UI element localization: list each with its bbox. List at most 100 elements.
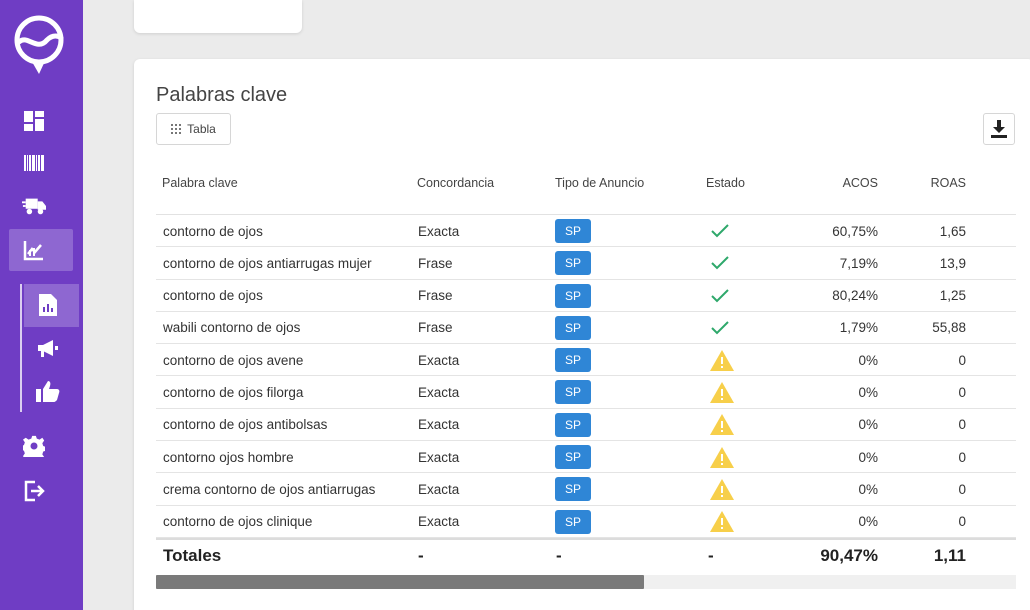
table-row[interactable]: contorno de ojos Exacta SP 60,75% 1,65 — [156, 215, 1016, 248]
col-acos[interactable]: ACOS — [796, 176, 878, 190]
totals-acos: 90,47% — [820, 545, 878, 565]
col-roas[interactable]: ROAS — [896, 176, 966, 190]
ad-type-badge[interactable]: SP — [555, 445, 591, 470]
keyword-cell: contorno de ojos antiarrugas mujer — [163, 255, 372, 271]
ad-type-badge[interactable]: SP — [555, 283, 591, 308]
table-row[interactable]: contorno de ojos avene Exacta SP 0% 0 — [156, 344, 1016, 377]
table-row[interactable]: crema contorno de ojos antiarrugas Exacta… — [156, 473, 1016, 506]
match-cell: Exacta — [418, 514, 460, 530]
roas-cell: 0 — [958, 417, 966, 433]
megaphone-icon[interactable] — [36, 337, 60, 361]
status-cell — [710, 344, 734, 376]
totals-roas: 1,11 — [933, 545, 966, 565]
logo-icon[interactable] — [9, 10, 71, 76]
warning-icon — [710, 381, 734, 403]
match-cell: Exacta — [418, 384, 460, 400]
match-cell: Frase — [418, 255, 453, 271]
ad-type-badge[interactable]: SP — [555, 348, 591, 373]
ad-type-badge[interactable]: SP — [555, 477, 591, 502]
table-row[interactable]: contorno de ojos antiarrugas mujer Frase S… — [156, 247, 1016, 280]
truck-icon[interactable] — [22, 194, 46, 218]
totals-row: Totales - - - 90,47% 1,11 — [156, 537, 1016, 570]
download-icon — [991, 120, 1007, 138]
ad-type-badge[interactable]: SP — [555, 509, 591, 534]
ad-type-cell: SP — [555, 247, 591, 279]
totals-status: - — [708, 545, 714, 565]
acos-cell: 0% — [858, 449, 878, 465]
table-row[interactable]: contorno de ojos clinique Exacta SP 0% 0 — [156, 506, 1016, 538]
acos-cell: 0% — [858, 481, 878, 497]
acos-cell: 1,79% — [839, 320, 878, 336]
ad-type-cell: SP — [555, 506, 591, 538]
table-row[interactable]: wabili contorno de ojos Frase SP 1,79% 55,88 — [156, 312, 1016, 345]
ad-type-cell: SP — [555, 312, 591, 344]
roas-cell: 13,9 — [939, 255, 966, 271]
roas-cell: 55,88 — [932, 320, 966, 336]
table-view-button[interactable]: Tabla — [156, 113, 231, 145]
totals-match: - — [418, 545, 424, 565]
ad-type-badge[interactable]: SP — [555, 380, 591, 405]
col-status[interactable]: Estado — [706, 176, 745, 190]
ad-type-badge[interactable]: SP — [555, 412, 591, 437]
status-cell — [710, 376, 734, 408]
ad-type-cell: SP — [555, 215, 591, 247]
table-row[interactable]: contorno de ojos filorga Exacta SP 0% 0 — [156, 376, 1016, 409]
status-cell — [710, 473, 734, 505]
match-cell: Exacta — [418, 417, 460, 433]
col-ad-type[interactable]: Tipo de Anuncio — [555, 176, 644, 190]
table-row[interactable]: contorno de ojos Frase SP 80,24% 1,25 — [156, 280, 1016, 312]
check-icon — [711, 256, 729, 270]
ad-type-badge[interactable]: SP — [555, 315, 591, 340]
match-cell: Frase — [418, 320, 453, 336]
keyword-cell: crema contorno de ojos antiarrugas — [163, 481, 376, 497]
scrollbar-thumb[interactable] — [156, 575, 644, 589]
horizontal-scrollbar[interactable] — [156, 575, 1016, 589]
status-cell — [710, 215, 730, 247]
ad-type-cell: SP — [555, 473, 591, 505]
barcode-icon[interactable] — [22, 151, 46, 175]
ad-type-badge[interactable]: SP — [555, 251, 591, 276]
table-row[interactable]: contorno de ojos antibolsas Exacta SP 0% 0 — [156, 409, 1016, 442]
analytics-icon[interactable] — [22, 238, 46, 262]
ad-type-badge[interactable]: SP — [555, 219, 591, 243]
report-icon[interactable] — [36, 293, 60, 317]
check-icon — [711, 288, 729, 303]
acos-cell: 7,19% — [839, 255, 878, 271]
col-keyword[interactable]: Palabra clave — [162, 176, 238, 190]
keyword-cell: contorno de ojos antibolsas — [163, 417, 328, 433]
card-title: Palabras clave — [156, 84, 288, 106]
check-icon — [711, 224, 729, 238]
sidebar — [0, 0, 83, 610]
ad-type-cell: SP — [555, 280, 591, 312]
match-cell: Frase — [418, 288, 453, 304]
ad-type-cell: SP — [555, 344, 591, 376]
acos-cell: 60,75% — [832, 223, 878, 239]
keyword-cell: contorno de ojos filorga — [163, 384, 304, 400]
dashboard-icon[interactable] — [22, 109, 46, 133]
download-button[interactable] — [983, 113, 1015, 145]
roas-cell: 0 — [958, 352, 966, 368]
status-cell — [710, 312, 730, 344]
roas-cell: 0 — [958, 449, 966, 465]
warning-icon — [710, 478, 734, 500]
acos-cell: 80,24% — [832, 288, 878, 304]
logout-icon[interactable] — [22, 479, 46, 503]
gear-icon[interactable] — [22, 434, 46, 458]
table-row[interactable]: contorno ojos hombre Exacta SP 0% 0 — [156, 441, 1016, 474]
status-cell — [710, 441, 734, 473]
match-cell: Exacta — [418, 223, 460, 239]
keywords-table: Palabra clave Concordancia Tipo de Anunc… — [156, 165, 1016, 570]
table-header: Palabra clave Concordancia Tipo de Anunc… — [156, 165, 1016, 215]
warning-icon — [710, 511, 734, 533]
ad-type-cell: SP — [555, 409, 591, 441]
roas-cell: 1,25 — [939, 288, 966, 304]
keyword-cell: contorno de ojos — [163, 223, 263, 239]
table-view-label: Tabla — [187, 122, 216, 136]
submenu-rail — [20, 284, 22, 412]
ad-type-cell: SP — [555, 376, 591, 408]
ad-type-cell: SP — [555, 441, 591, 473]
thumbs-up-icon[interactable] — [36, 379, 60, 403]
summary-card — [134, 0, 302, 33]
totals-label: Totales — [163, 545, 222, 565]
col-match[interactable]: Concordancia — [417, 176, 494, 190]
